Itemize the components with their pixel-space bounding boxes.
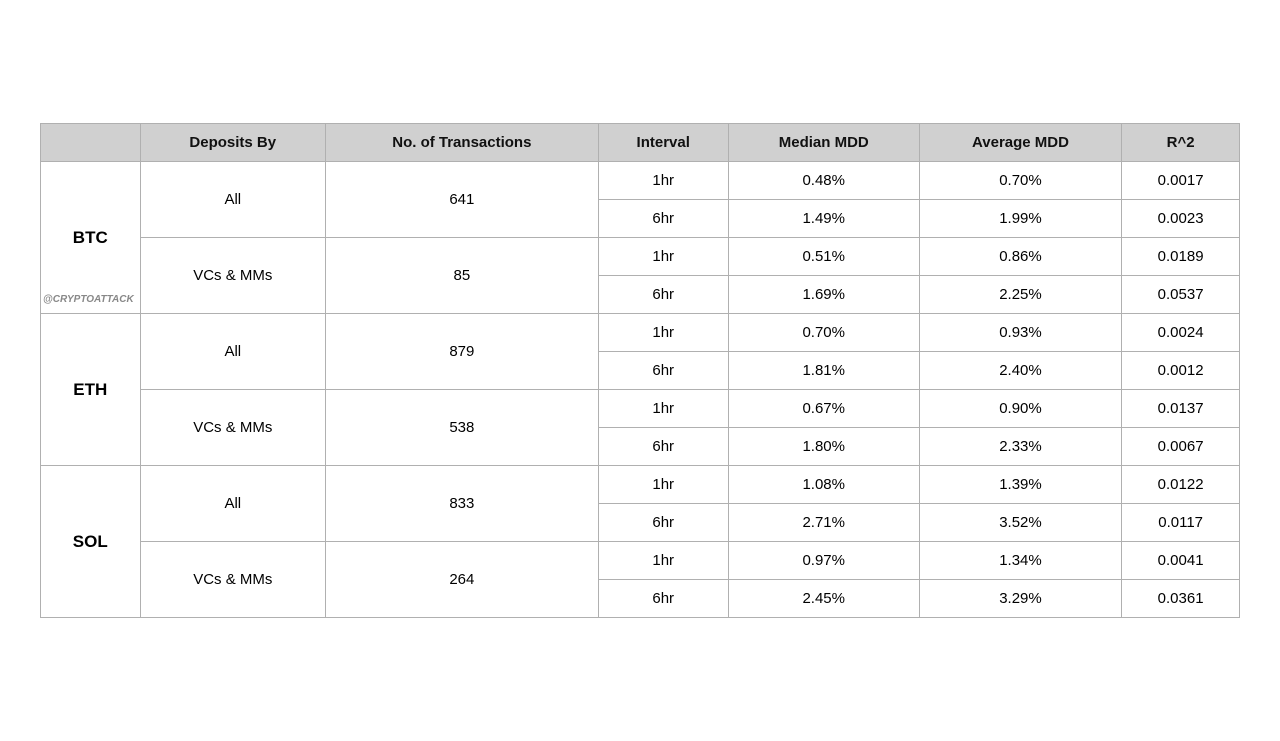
r2-cell: 0.0189 <box>1122 238 1240 276</box>
deposits-by-cell: VCs & MMs <box>140 390 325 466</box>
header-average-mdd: Average MDD <box>919 124 1122 162</box>
interval-cell: 1hr <box>598 542 728 580</box>
interval-cell: 6hr <box>598 352 728 390</box>
r2-cell: 0.0067 <box>1122 428 1240 466</box>
interval-cell: 1hr <box>598 390 728 428</box>
table-row: ETHAll8791hr0.70%0.93%0.0024 <box>41 314 1240 352</box>
r2-cell: 0.0137 <box>1122 390 1240 428</box>
r2-cell: 0.0117 <box>1122 504 1240 542</box>
r2-cell: 0.0537 <box>1122 276 1240 314</box>
average-mdd-cell: 0.90% <box>919 390 1122 428</box>
median-mdd-cell: 0.70% <box>728 314 919 352</box>
average-mdd-cell: 0.70% <box>919 162 1122 200</box>
table-row: BTC@CRYPTOATTACKAll6411hr0.48%0.70%0.001… <box>41 162 1240 200</box>
r2-cell: 0.0361 <box>1122 580 1240 618</box>
table-row: VCs & MMs2641hr0.97%1.34%0.0041 <box>41 542 1240 580</box>
average-mdd-cell: 0.86% <box>919 238 1122 276</box>
average-mdd-cell: 1.39% <box>919 466 1122 504</box>
interval-cell: 1hr <box>598 314 728 352</box>
average-mdd-cell: 0.93% <box>919 314 1122 352</box>
r2-cell: 0.0122 <box>1122 466 1240 504</box>
header-transactions: No. of Transactions <box>326 124 599 162</box>
median-mdd-cell: 0.51% <box>728 238 919 276</box>
median-mdd-cell: 0.48% <box>728 162 919 200</box>
deposits-by-cell: All <box>140 314 325 390</box>
interval-cell: 6hr <box>598 580 728 618</box>
median-mdd-cell: 1.69% <box>728 276 919 314</box>
r2-cell: 0.0012 <box>1122 352 1240 390</box>
r2-cell: 0.0017 <box>1122 162 1240 200</box>
median-mdd-cell: 1.80% <box>728 428 919 466</box>
interval-cell: 6hr <box>598 276 728 314</box>
table-row: VCs & MMs851hr0.51%0.86%0.0189 <box>41 238 1240 276</box>
average-mdd-cell: 3.29% <box>919 580 1122 618</box>
deposits-by-cell: VCs & MMs <box>140 238 325 314</box>
table-row: VCs & MMs5381hr0.67%0.90%0.0137 <box>41 390 1240 428</box>
deposits-by-cell: All <box>140 162 325 238</box>
interval-cell: 1hr <box>598 162 728 200</box>
transactions-cell: 833 <box>326 466 599 542</box>
average-mdd-cell: 1.34% <box>919 542 1122 580</box>
data-table: Deposits By No. of Transactions Interval… <box>40 123 1240 618</box>
header-asset <box>41 124 141 162</box>
r2-cell: 0.0023 <box>1122 200 1240 238</box>
average-mdd-cell: 1.99% <box>919 200 1122 238</box>
table-row: SOLAll8331hr1.08%1.39%0.0122 <box>41 466 1240 504</box>
interval-cell: 1hr <box>598 466 728 504</box>
average-mdd-cell: 2.25% <box>919 276 1122 314</box>
transactions-cell: 879 <box>326 314 599 390</box>
header-median-mdd: Median MDD <box>728 124 919 162</box>
median-mdd-cell: 1.81% <box>728 352 919 390</box>
r2-cell: 0.0041 <box>1122 542 1240 580</box>
r2-cell: 0.0024 <box>1122 314 1240 352</box>
deposits-by-cell: VCs & MMs <box>140 542 325 618</box>
interval-cell: 6hr <box>598 504 728 542</box>
asset-cell-sol: SOL <box>41 466 141 618</box>
average-mdd-cell: 2.33% <box>919 428 1122 466</box>
asset-cell-eth: ETH <box>41 314 141 466</box>
transactions-cell: 85 <box>326 238 599 314</box>
asset-cell-btc: BTC@CRYPTOATTACK <box>41 162 141 314</box>
median-mdd-cell: 0.67% <box>728 390 919 428</box>
transactions-cell: 538 <box>326 390 599 466</box>
header-r2: R^2 <box>1122 124 1240 162</box>
transactions-cell: 641 <box>326 162 599 238</box>
median-mdd-cell: 1.49% <box>728 200 919 238</box>
transactions-cell: 264 <box>326 542 599 618</box>
average-mdd-cell: 2.40% <box>919 352 1122 390</box>
median-mdd-cell: 2.45% <box>728 580 919 618</box>
header-deposits-by: Deposits By <box>140 124 325 162</box>
header-interval: Interval <box>598 124 728 162</box>
interval-cell: 6hr <box>598 428 728 466</box>
page-container: Deposits By No. of Transactions Interval… <box>0 0 1280 741</box>
watermark: @CRYPTOATTACK <box>43 294 134 305</box>
median-mdd-cell: 0.97% <box>728 542 919 580</box>
interval-cell: 1hr <box>598 238 728 276</box>
median-mdd-cell: 2.71% <box>728 504 919 542</box>
average-mdd-cell: 3.52% <box>919 504 1122 542</box>
interval-cell: 6hr <box>598 200 728 238</box>
deposits-by-cell: All <box>140 466 325 542</box>
median-mdd-cell: 1.08% <box>728 466 919 504</box>
